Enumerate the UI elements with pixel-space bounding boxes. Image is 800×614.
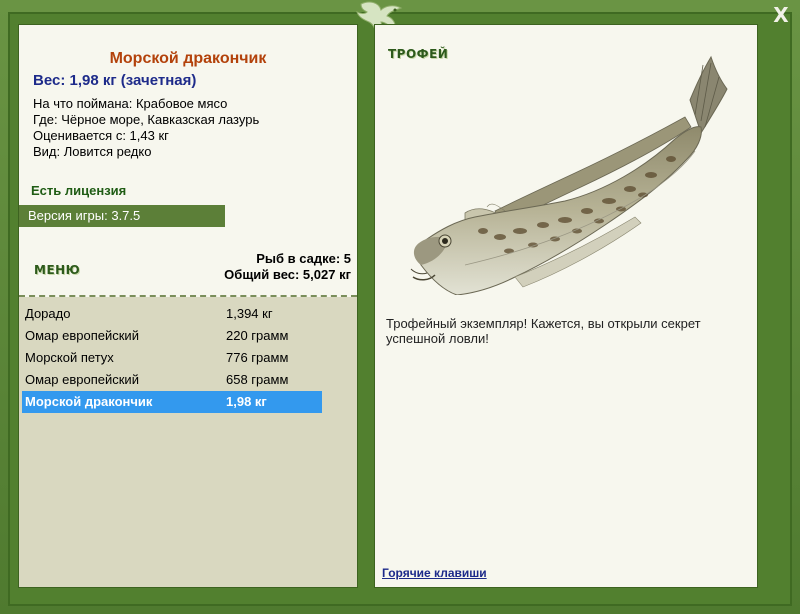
catch-name: Дорадо xyxy=(25,306,71,321)
trophy-panel: ТРОФЕЙ Трофейный экземпляр! Кажется, вы … xyxy=(374,24,758,588)
fish-weight: Вес: 1,98 кг (зачетная) xyxy=(33,72,197,89)
catch-list-item[interactable]: Морской петух 776 грамм xyxy=(22,347,322,369)
fish-image xyxy=(410,55,728,295)
fish-location: Где: Чёрное море, Кавказская лазурь xyxy=(33,112,260,127)
game-window: X Морской дракончик Вес: 1,98 кг (зачетн… xyxy=(0,0,800,614)
fish-details: Морской дракончик Вес: 1,98 кг (зачетная… xyxy=(19,25,357,295)
cage-summary: Рыб в садке: 5 Общий вес: 5,027 кг xyxy=(224,251,351,283)
catch-name: Омар европейский xyxy=(25,372,139,387)
catch-list-item-selected[interactable]: Морской дракончик 1,98 кг xyxy=(22,391,322,413)
game-version: Версия игры: 3.7.5 xyxy=(19,205,225,227)
catch-list-item[interactable]: Омар европейский 220 грамм xyxy=(22,325,322,347)
catch-name: Омар европейский xyxy=(25,328,139,343)
catch-list-item[interactable]: Дорадо 1,394 кг xyxy=(22,303,322,325)
catch-list: Дорадо 1,394 кг Омар европейский 220 гра… xyxy=(19,297,357,587)
close-button[interactable]: X xyxy=(770,4,792,26)
fish-title: Морской дракончик xyxy=(109,50,267,67)
cage-total-weight: Общий вес: 5,027 кг xyxy=(224,267,351,282)
catch-list-item[interactable]: Омар европейский 658 грамм xyxy=(22,369,322,391)
catch-name: Морской дракончик xyxy=(25,394,153,409)
cage-count: Рыб в садке: 5 xyxy=(256,251,351,266)
fish-bait: На что поймана: Крабовое мясо xyxy=(33,96,228,111)
catch-weight: 776 грамм xyxy=(226,350,289,365)
menu-button[interactable]: МЕНЮ xyxy=(34,263,80,277)
hotkeys-link[interactable]: Горячие клавиши xyxy=(382,566,487,580)
catch-weight: 220 грамм xyxy=(226,328,289,343)
fish-rating: Оценивается с: 1,43 кг xyxy=(33,128,169,143)
catch-weight: 1,394 кг xyxy=(226,306,273,321)
catch-weight: 1,98 кг xyxy=(226,394,267,409)
catch-name: Морской петух xyxy=(25,350,114,365)
catch-weight: 658 грамм xyxy=(226,372,289,387)
fish-info-panel: Морской дракончик Вес: 1,98 кг (зачетная… xyxy=(18,24,358,588)
trophy-description: Трофейный экземпляр! Кажется, вы открыли… xyxy=(386,316,701,346)
license-status: Есть лицензия xyxy=(31,183,127,198)
fish-rarity: Вид: Ловится редко xyxy=(33,144,152,159)
